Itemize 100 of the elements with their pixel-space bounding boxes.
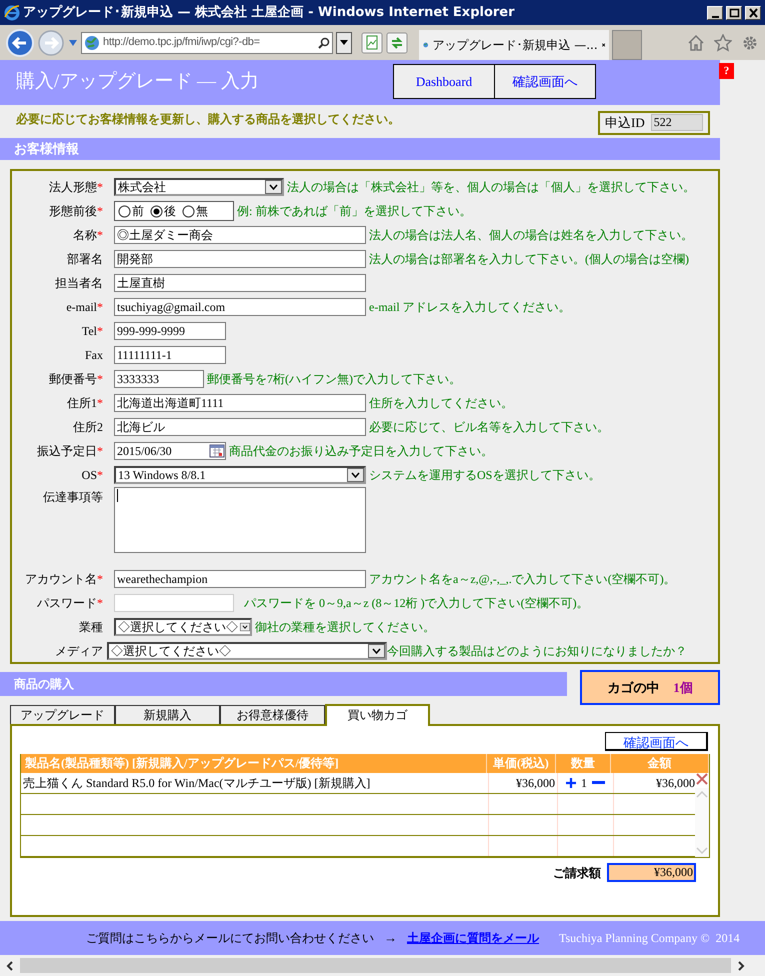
dropdown-field[interactable]: 株式会社 <box>114 178 284 196</box>
nav-button[interactable]: 確認画面へ <box>494 64 596 99</box>
caret-icon[interactable] <box>265 180 282 194</box>
field-hint: 郵便番号を7桁(ハイフン無)で入力して下さい。 <box>207 371 461 388</box>
field-hint: 例: 前株であれば「前」を選択して下さい。 <box>237 203 472 220</box>
text-field[interactable]: tsuchiyag@gmail.com <box>114 298 366 316</box>
close-button[interactable] <box>745 6 761 20</box>
delete-icon[interactable] <box>696 773 708 786</box>
total-label: ご請求額 <box>553 864 601 882</box>
minimize-icon <box>712 16 718 18</box>
footer-arrow: → <box>384 929 397 948</box>
radio-button[interactable] <box>150 204 163 218</box>
field-label: 名称* <box>73 227 103 244</box>
close-icon <box>746 6 760 18</box>
confirm-button[interactable]: 確認画面へ <box>605 732 708 752</box>
minimize-button[interactable] <box>707 6 723 20</box>
field-label: 伝達事項等 <box>43 488 103 506</box>
radio-label: 後 <box>164 203 176 220</box>
field-hint: 法人の場合は「株式会社」等を、個人の場合は「個人」を選択して下さい。 <box>287 179 695 196</box>
tab[interactable]: アップグレード <box>10 705 115 724</box>
section-title: お客様情報 <box>14 140 79 158</box>
field-label: Tel* <box>82 323 103 340</box>
text-field[interactable]: 北海ビル <box>114 418 366 436</box>
plus-icon[interactable] <box>566 778 576 788</box>
field-hint: 商品代金のお振り込み予定日を入力して下さい。 <box>229 442 493 460</box>
footer-text: ご質問はこちらからメールにてお問い合わせください <box>86 930 374 948</box>
globe-icon <box>84 34 100 50</box>
field-hint: システムを運用するOSを選択して下さい。 <box>369 466 600 484</box>
caret-icon[interactable] <box>368 644 385 658</box>
password-field[interactable] <box>114 594 234 612</box>
page-title: 購入/アップグレード — 入力 <box>16 70 260 94</box>
radio-label: 前 <box>132 203 144 220</box>
back-icon[interactable] <box>6 28 34 56</box>
tab[interactable]: 買い物カゴ <box>325 704 430 726</box>
radio-button[interactable] <box>182 204 195 218</box>
star-icon[interactable] <box>714 34 732 52</box>
maximize-button[interactable] <box>726 6 742 20</box>
field-hint: 法人の場合は法人名、個人の場合は姓名を入力して下さい。 <box>369 227 693 244</box>
field-label: 法人形態* <box>49 179 103 196</box>
tab[interactable]: 新規購入 <box>115 705 220 724</box>
text-field[interactable]: 11111111-1 <box>114 346 226 364</box>
nav-button[interactable]: Dashboard <box>393 64 495 99</box>
field-label: 形態前後* <box>49 203 103 220</box>
field-label: 住所1* <box>67 394 103 412</box>
text-field[interactable]: ◎土屋ダミー商会 <box>114 226 366 244</box>
radio-label: 無 <box>196 203 208 220</box>
field-hint: 御社の業種を選択してください。 <box>255 618 435 636</box>
field-hint: パスワードを 0～9,a～z (8～12桁 )で入力して下さい(空欄不可)。 <box>244 594 589 612</box>
minus-icon[interactable] <box>592 781 605 786</box>
column-header: 製品名(製品種類等) [新規購入/アップグレードパス/優待等] <box>21 754 487 774</box>
text-field[interactable]: 3333333 <box>114 370 204 388</box>
field-hint: アカウント名をa～z,@,-,_,.で入力して下さい(空欄不可)。 <box>369 570 676 588</box>
field-hint: 今回購入する製品はどのようにお知りになりましたか？ <box>387 642 687 660</box>
text-field[interactable]: 北海道出海道町1111 <box>114 394 366 412</box>
maximize-icon <box>728 6 740 18</box>
date-field[interactable]: 2015/06/30 <box>114 442 226 460</box>
browser-logo-icon <box>4 4 20 20</box>
column-header: 数量 <box>556 754 612 774</box>
field-label: OS* <box>82 466 103 484</box>
dropdown-field[interactable]: ◇選択してください◇ <box>107 642 387 660</box>
field-label: 住所2 <box>73 418 103 436</box>
refresh-icon[interactable] <box>386 32 408 54</box>
caret-icon[interactable] <box>347 468 364 482</box>
field-label: 郵便番号* <box>49 371 103 388</box>
dropdown-field[interactable]: 13 Windows 8/8.1 <box>114 466 366 484</box>
text-field[interactable]: 土屋直樹 <box>114 274 366 292</box>
field-hint: 法人の場合は部署名を入力して下さい。(個人の場合は空欄) <box>369 251 689 268</box>
field-label: Fax <box>85 347 103 364</box>
text-field[interactable]: wearethechampion <box>114 570 366 588</box>
field-label: メディア <box>55 642 103 660</box>
caret-icon <box>340 40 348 45</box>
quantity-value: 1 <box>581 775 587 792</box>
settings-icon[interactable] <box>741 34 759 52</box>
address-dropdown-button[interactable] <box>336 32 352 54</box>
browser-tab[interactable]: アップグレード･新規申込 —... <box>419 30 609 60</box>
text-field[interactable]: 999-999-9999 <box>114 322 226 340</box>
compatibility-icon[interactable] <box>361 32 383 54</box>
search-icon[interactable] <box>318 36 330 48</box>
application-id-label: 申込ID <box>605 114 645 132</box>
home-icon[interactable] <box>687 34 705 52</box>
dropdown-caret-icon[interactable] <box>68 38 78 46</box>
field-hint: 住所を入力してください。 <box>369 394 513 412</box>
field-hint: e-mail アドレスを入力してください。 <box>369 299 571 316</box>
cart-label: カゴの中 <box>607 679 660 698</box>
calendar-icon[interactable] <box>209 444 225 458</box>
address-field[interactable]: http://demo.tpc.jp/fmi/iwp/cgi?-db= <box>81 32 333 54</box>
field-label: 業種 <box>79 618 103 636</box>
section-title: 商品の購入 <box>14 676 74 694</box>
message-textarea[interactable] <box>114 486 366 553</box>
radio-button[interactable] <box>118 204 131 218</box>
help-icon[interactable]: ? <box>719 63 734 79</box>
application-id-field: 522 <box>650 114 703 132</box>
field-label: パスワード* <box>37 594 103 612</box>
table-cell-text: ¥36,000 <box>655 775 695 792</box>
tab[interactable]: お得意様優待 <box>220 705 325 724</box>
dropdown-field[interactable]: ◇選択してください◇ <box>114 618 252 636</box>
field-label: アカウント名* <box>25 570 103 588</box>
field-label: 部署名 <box>67 251 103 268</box>
text-field[interactable]: 開発部 <box>114 250 366 268</box>
field-label: 振込予定日* <box>37 442 103 460</box>
